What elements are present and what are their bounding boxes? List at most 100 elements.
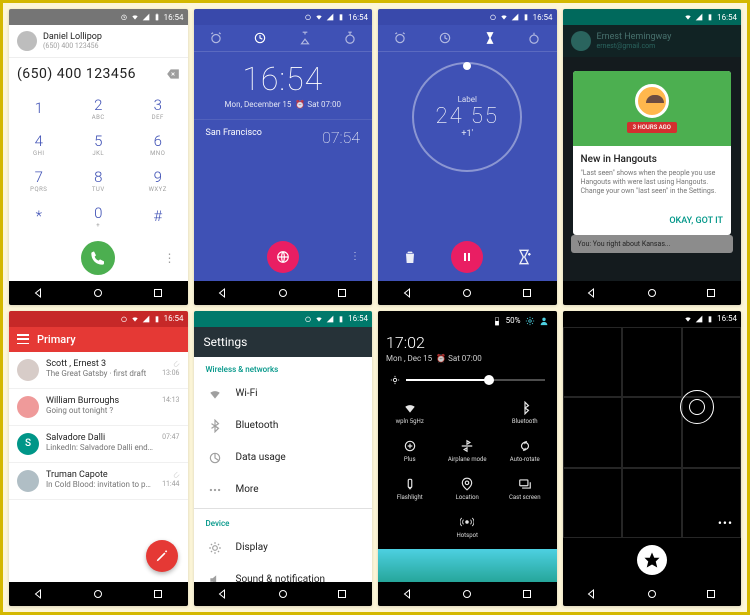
- home-icon[interactable]: [646, 287, 658, 299]
- recents-icon[interactable]: [336, 588, 348, 600]
- bluetooth-item[interactable]: Bluetooth: [194, 410, 373, 442]
- home-icon[interactable]: [92, 588, 104, 600]
- recents-icon[interactable]: [152, 287, 164, 299]
- delete-icon[interactable]: [402, 249, 418, 265]
- home-icon[interactable]: [277, 588, 289, 600]
- user-icon[interactable]: [539, 316, 549, 326]
- clock-tab-icon[interactable]: [253, 31, 267, 45]
- status-bar: 16:54: [9, 311, 188, 327]
- recents-icon[interactable]: [705, 588, 717, 600]
- back-icon[interactable]: [586, 287, 598, 299]
- recents-icon[interactable]: [336, 287, 348, 299]
- got-it-button[interactable]: OKAY, GOT IT: [669, 216, 723, 226]
- call-button[interactable]: [81, 241, 115, 275]
- overflow-icon[interactable]: •••: [718, 516, 733, 530]
- bluetooth-icon: [208, 419, 222, 433]
- wifi-item[interactable]: Wi-Fi: [194, 378, 373, 410]
- recents-icon[interactable]: [705, 287, 717, 299]
- back-icon[interactable]: [402, 287, 414, 299]
- back-icon[interactable]: [217, 287, 229, 299]
- keypad-key-8[interactable]: 8TUV: [69, 162, 129, 198]
- alarm-tab-icon[interactable]: [209, 31, 223, 45]
- wifi-icon: [315, 315, 323, 323]
- email-item[interactable]: William BurroughsGoing out tonight ?14:1…: [9, 389, 188, 426]
- qs-tile[interactable]: Plus: [382, 433, 438, 469]
- viewfinder[interactable]: •••: [563, 327, 742, 539]
- timer-dial[interactable]: Label 24 55 +1': [412, 62, 522, 172]
- back-icon[interactable]: [33, 287, 45, 299]
- add-timer-icon[interactable]: [516, 249, 532, 265]
- keypad-key-2[interactable]: 2ABC: [69, 90, 129, 126]
- battery-icon: [337, 315, 345, 323]
- overflow-icon[interactable]: ⋮: [164, 251, 176, 265]
- battery-icon: [706, 315, 714, 323]
- stopwatch-tab-icon[interactable]: [343, 31, 357, 45]
- timer-tab-icon[interactable]: [483, 31, 497, 45]
- home-icon[interactable]: [92, 287, 104, 299]
- back-icon[interactable]: [33, 588, 45, 600]
- home-icon[interactable]: [461, 287, 473, 299]
- dialog-scrim[interactable]: 3 HOURS AGO New in Hangouts "Last seen" …: [563, 25, 742, 281]
- world-clock-fab[interactable]: [267, 241, 299, 273]
- keypad-key-4[interactable]: 4GHI: [9, 126, 69, 162]
- qs-tile[interactable]: wpln 5gHz: [382, 395, 438, 431]
- menu-icon[interactable]: [17, 334, 29, 344]
- nav-bar: [378, 281, 557, 305]
- compose-fab[interactable]: [146, 540, 178, 572]
- clock-tab-icon[interactable]: [438, 31, 452, 45]
- timer-tab-icon[interactable]: [298, 31, 312, 45]
- settings-icon[interactable]: [525, 316, 535, 326]
- qs-tile[interactable]: Flashlight: [382, 471, 438, 507]
- recents-icon[interactable]: [521, 287, 533, 299]
- face-icon: [635, 84, 669, 118]
- shutter-button[interactable]: [637, 545, 667, 575]
- globe-icon: [276, 250, 290, 264]
- brightness-slider[interactable]: [378, 369, 557, 391]
- qs-tile[interactable]: Airplane mode: [440, 433, 496, 469]
- tile-label: Bluetooth: [512, 418, 538, 425]
- keypad-key-0[interactable]: 0+: [69, 198, 129, 234]
- tile-icon: [518, 439, 532, 453]
- alarm-tab-icon[interactable]: [393, 31, 407, 45]
- email-item[interactable]: Truman CapoteIn Cold Blood: invitation t…: [9, 463, 188, 500]
- keypad-key-5[interactable]: 5JKL: [69, 126, 129, 162]
- contact-suggestion[interactable]: Daniel Lollipop (650) 400 123456: [9, 25, 188, 58]
- qs-tile[interactable]: Bluetooth: [497, 395, 553, 431]
- tile-label: Airplane mode: [448, 456, 487, 463]
- pause-fab[interactable]: [451, 241, 483, 273]
- keypad-key-*[interactable]: *: [9, 198, 69, 234]
- qs-tile[interactable]: Hotspot: [440, 509, 496, 545]
- data-icon: [208, 451, 222, 465]
- qs-tile[interactable]: Location: [440, 471, 496, 507]
- display-item[interactable]: Display: [194, 532, 373, 564]
- home-icon[interactable]: [646, 588, 658, 600]
- recents-icon[interactable]: [521, 588, 533, 600]
- email-item[interactable]: Scott , Ernest 3The Great Gatsby · first…: [9, 352, 188, 389]
- backspace-icon[interactable]: [166, 67, 180, 81]
- overflow-icon[interactable]: ⋮: [350, 251, 360, 262]
- keypad-key-9[interactable]: 9WXYZ: [128, 162, 188, 198]
- world-clock-row[interactable]: San Francisco 07:54: [194, 119, 373, 155]
- back-icon[interactable]: [217, 588, 229, 600]
- home-icon[interactable]: [277, 287, 289, 299]
- stopwatch-tab-icon[interactable]: [527, 31, 541, 45]
- keypad-key-6[interactable]: 6MNO: [128, 126, 188, 162]
- qs-tile[interactable]: Cast screen: [497, 471, 553, 507]
- status-time: 16:54: [717, 13, 737, 22]
- keypad-key-1[interactable]: 1: [9, 90, 69, 126]
- back-icon[interactable]: [586, 588, 598, 600]
- keypad-key-#[interactable]: #: [128, 198, 188, 234]
- battery-percent: 50%: [506, 316, 521, 325]
- sound-item[interactable]: Sound & notification: [194, 564, 373, 583]
- email-item[interactable]: SSalvadore DalliLinkedIn: Salvadore Dall…: [9, 426, 188, 463]
- tz-city: San Francisco: [206, 128, 262, 147]
- keypad-key-7[interactable]: 7PQRS: [9, 162, 69, 198]
- data-usage-item[interactable]: Data usage: [194, 442, 373, 474]
- recents-icon[interactable]: [152, 588, 164, 600]
- more-item[interactable]: More: [194, 474, 373, 506]
- home-icon[interactable]: [461, 588, 473, 600]
- alarm-icon: [120, 13, 128, 21]
- keypad-key-3[interactable]: 3DEF: [128, 90, 188, 126]
- back-icon[interactable]: [402, 588, 414, 600]
- qs-tile[interactable]: Auto-rotate: [497, 433, 553, 469]
